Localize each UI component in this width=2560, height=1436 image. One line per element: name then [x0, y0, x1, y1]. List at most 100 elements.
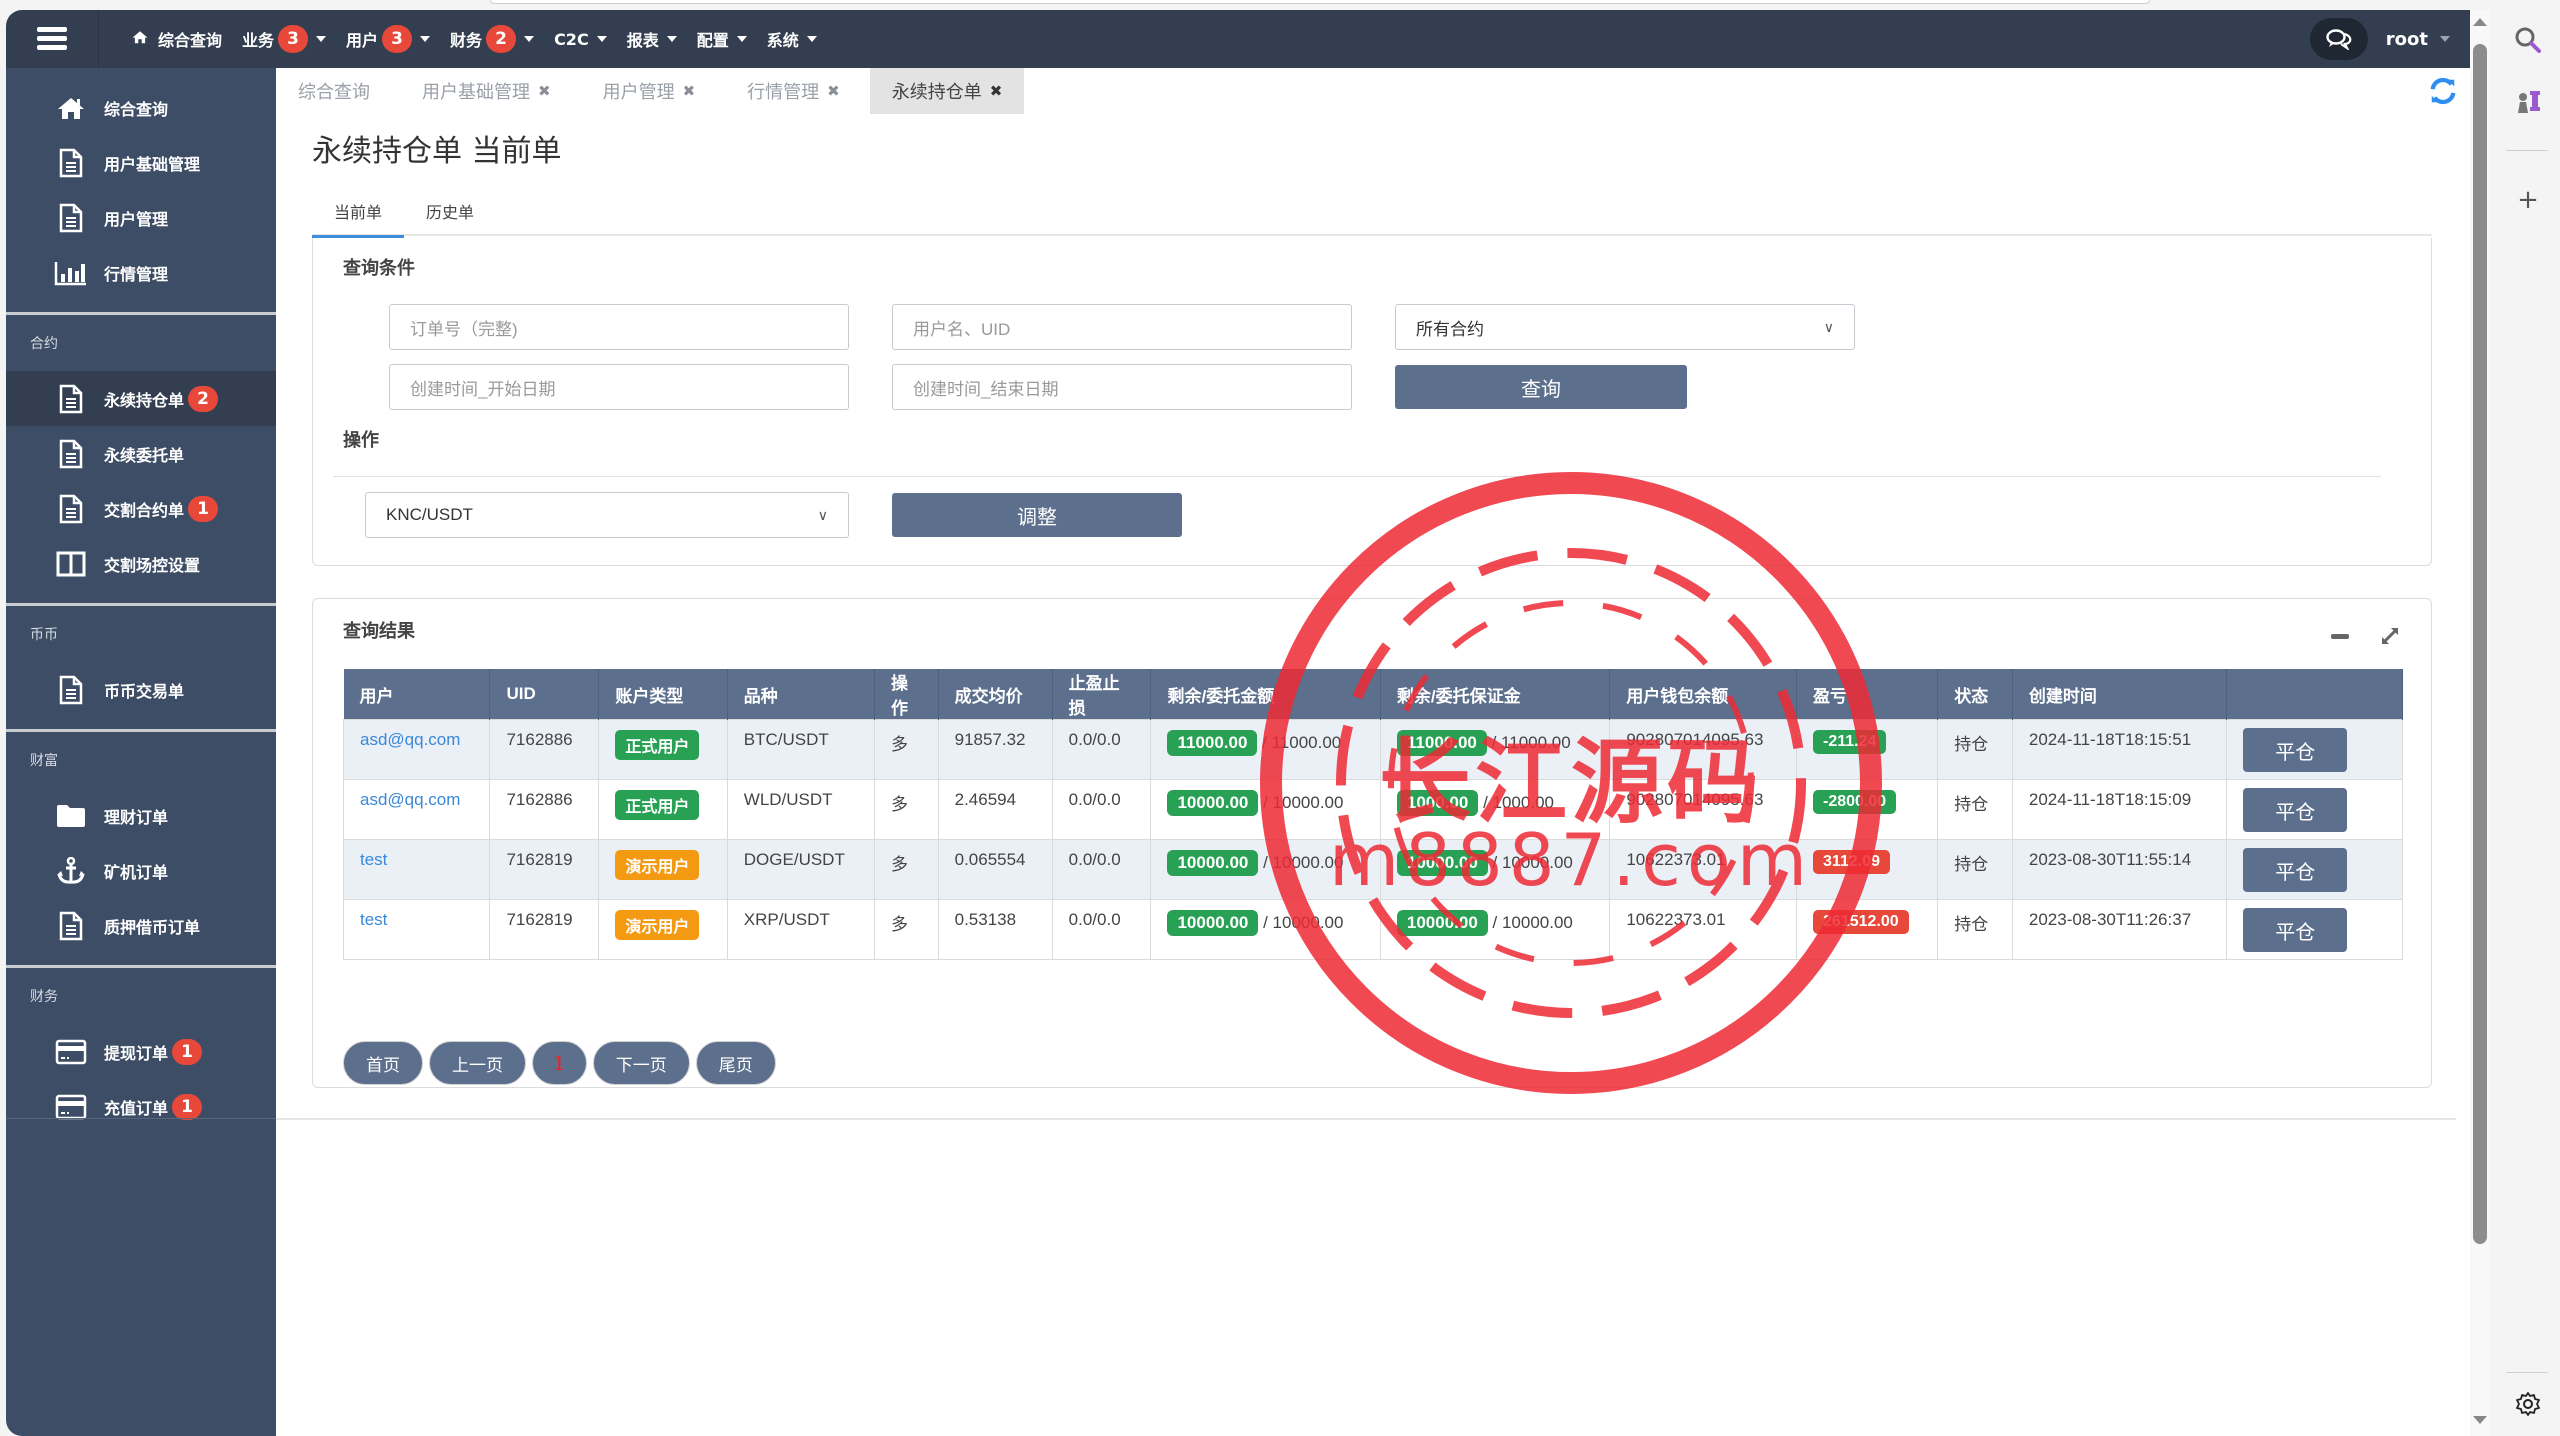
menu-toggle-button[interactable]: [6, 10, 99, 68]
search-button[interactable]: 查询: [1395, 365, 1687, 409]
sidebar-item[interactable]: 用户基础管理: [6, 135, 276, 190]
page-tab[interactable]: 行情管理 ✖: [725, 68, 862, 114]
start-date-input[interactable]: 创建时间_开始日期: [389, 364, 849, 410]
user-link[interactable]: test: [360, 850, 387, 869]
scrollbar-thumb[interactable]: [2473, 44, 2487, 1244]
sidebar-item[interactable]: 行情管理: [6, 245, 276, 300]
cell-account-type: 正式用户: [598, 779, 728, 840]
vertical-scrollbar[interactable]: [2470, 10, 2490, 1436]
chat-button[interactable]: [2309, 18, 2368, 60]
sidebar-item[interactable]: 矿机订单: [6, 843, 276, 898]
close-position-button[interactable]: 平仓: [2243, 788, 2348, 832]
scroll-up-arrow-icon[interactable]: [2473, 18, 2487, 26]
next-page-button[interactable]: 下一页: [592, 1041, 690, 1085]
cell-margin: 11000.00 / 11000.00: [1379, 719, 1611, 780]
column-header: 止盈止损: [1052, 669, 1152, 720]
nav-badge: 3: [278, 25, 309, 53]
pair-select[interactable]: KNC/USDT ∨: [365, 492, 849, 538]
page-tabs: 综合查询 用户基础管理 ✖ 用户管理 ✖ 行情管理 ✖ 永续持仓单 ✖: [276, 68, 1032, 114]
nav-item-7[interactable]: 系统: [767, 27, 817, 51]
last-page-label: 尾页: [718, 1055, 753, 1076]
remaining-amount-badge: 10000.00: [1167, 850, 1259, 876]
sidebar-item[interactable]: 综合查询: [6, 80, 276, 135]
nav-item-6[interactable]: 配置: [697, 27, 747, 51]
page-tab[interactable]: 综合查询: [276, 68, 392, 114]
start-date-placeholder: 创建时间_开始日期: [410, 379, 556, 399]
adjust-button[interactable]: 调整: [892, 493, 1182, 537]
order-margin: / 1000.00: [1483, 793, 1554, 812]
cell-symbol: BTC/USDT: [726, 719, 875, 780]
cell-avg-price: 2.46594: [937, 779, 1053, 840]
nav-item-0[interactable]: 综合查询: [132, 27, 222, 51]
collapse-icon[interactable]: [2331, 633, 2349, 639]
column-header: 用户: [343, 669, 491, 720]
sidebar-item[interactable]: 永续持仓单 2: [6, 371, 276, 426]
close-icon[interactable]: ✖: [538, 82, 551, 100]
nav-item-3[interactable]: 财务 2: [450, 25, 535, 53]
sidebar-item[interactable]: 质押借币订单: [6, 898, 276, 953]
close-icon[interactable]: ✖: [990, 82, 1003, 100]
settings-gear-icon[interactable]: [2512, 1388, 2544, 1420]
sidebar-item-label: 质押借币订单: [104, 917, 201, 937]
sidebar-item[interactable]: 充值订单 1: [6, 1079, 276, 1134]
cell-side: 多: [873, 839, 939, 900]
sidebar-item[interactable]: 理财订单: [6, 788, 276, 843]
cell-margin: 1000.00 / 1000.00: [1379, 779, 1611, 840]
close-icon[interactable]: ✖: [683, 82, 696, 100]
sidebar-item[interactable]: 币币交易单: [6, 662, 276, 717]
account-type-badge: 演示用户: [615, 850, 700, 880]
user-link[interactable]: test: [360, 910, 387, 929]
refresh-icon[interactable]: [2428, 76, 2458, 106]
page-tab[interactable]: 永续持仓单 ✖: [869, 68, 1025, 114]
scroll-down-arrow-icon[interactable]: [2473, 1416, 2487, 1424]
sidebar-item-label: 理财订单: [104, 807, 169, 827]
cell-account-type: 演示用户: [598, 899, 728, 960]
user-link[interactable]: asd@qq.com: [360, 730, 460, 749]
end-date-input[interactable]: 创建时间_结束日期: [892, 364, 1352, 410]
close-position-button[interactable]: 平仓: [2243, 848, 2348, 892]
document-icon: [54, 494, 88, 524]
chess-pieces-icon[interactable]: [2512, 86, 2544, 118]
sidebar-item[interactable]: 提现订单 1: [6, 1024, 276, 1079]
app-window: 综合查询 业务 3 用户 3 财务 2 C2C 报表 配置 系统 root 综合查询 用户基础管理 用户…: [6, 10, 2490, 1436]
cell-user: asd@qq.com: [342, 779, 491, 840]
remaining-amount-badge: 10000.00: [1167, 910, 1259, 936]
nav-item-2[interactable]: 用户 3: [346, 25, 431, 53]
cell-action: 平仓: [2226, 719, 2403, 780]
cell-user: test: [342, 899, 491, 960]
sidebar-item[interactable]: 用户管理: [6, 190, 276, 245]
user-menu[interactable]: root: [2386, 29, 2450, 50]
add-icon[interactable]: +: [2512, 184, 2544, 216]
chevron-down-icon: ∨: [817, 506, 828, 523]
nav-item-5[interactable]: 报表: [627, 27, 677, 51]
cell-tp-sl: 0.0/0.0: [1051, 839, 1152, 900]
contract-select[interactable]: 所有合约 ∨: [1395, 304, 1855, 350]
current-page-number: 1: [553, 1051, 566, 1075]
sidebar-item[interactable]: 交割场控设置: [6, 536, 276, 591]
expand-icon[interactable]: [2379, 625, 2401, 647]
sidebar-item[interactable]: 交割合约单 1: [6, 481, 276, 536]
close-position-button[interactable]: 平仓: [2243, 728, 2348, 772]
cell-side: 多: [873, 899, 939, 960]
nav-item-1[interactable]: 业务 3: [242, 25, 327, 53]
order-number-input[interactable]: 订单号（完整): [389, 304, 849, 350]
first-page-button[interactable]: 首页: [343, 1041, 423, 1085]
subtab-history[interactable]: 历史单: [404, 186, 496, 236]
sidebar-item[interactable]: 永续委托单: [6, 426, 276, 481]
page-tab[interactable]: 用户基础管理 ✖: [400, 68, 573, 114]
nav-item-4[interactable]: C2C: [554, 30, 607, 49]
page-tab-label: 行情管理: [747, 82, 820, 103]
current-page-button[interactable]: 1: [532, 1041, 587, 1085]
user-uid-input[interactable]: 用户名、UID: [892, 304, 1352, 350]
cell-wallet-balance: 902807014095.63: [1609, 719, 1798, 780]
user-link[interactable]: asd@qq.com: [360, 790, 460, 809]
close-position-button[interactable]: 平仓: [2243, 908, 2348, 952]
subtab-current[interactable]: 当前单: [312, 186, 405, 238]
cell-wallet-balance: 10622373.01: [1609, 839, 1798, 900]
search-icon[interactable]: [2512, 24, 2544, 56]
close-icon[interactable]: ✖: [827, 82, 840, 100]
prev-page-button[interactable]: 上一页: [429, 1041, 526, 1085]
results-panel: 查询结果 用户 UID 账户类型 品种 操作 成交均价 止盈止损 剩余/委托金额 剩余/委托保证…: [312, 598, 2432, 1088]
last-page-button[interactable]: 尾页: [695, 1041, 776, 1085]
page-tab[interactable]: 用户管理 ✖: [581, 68, 718, 114]
